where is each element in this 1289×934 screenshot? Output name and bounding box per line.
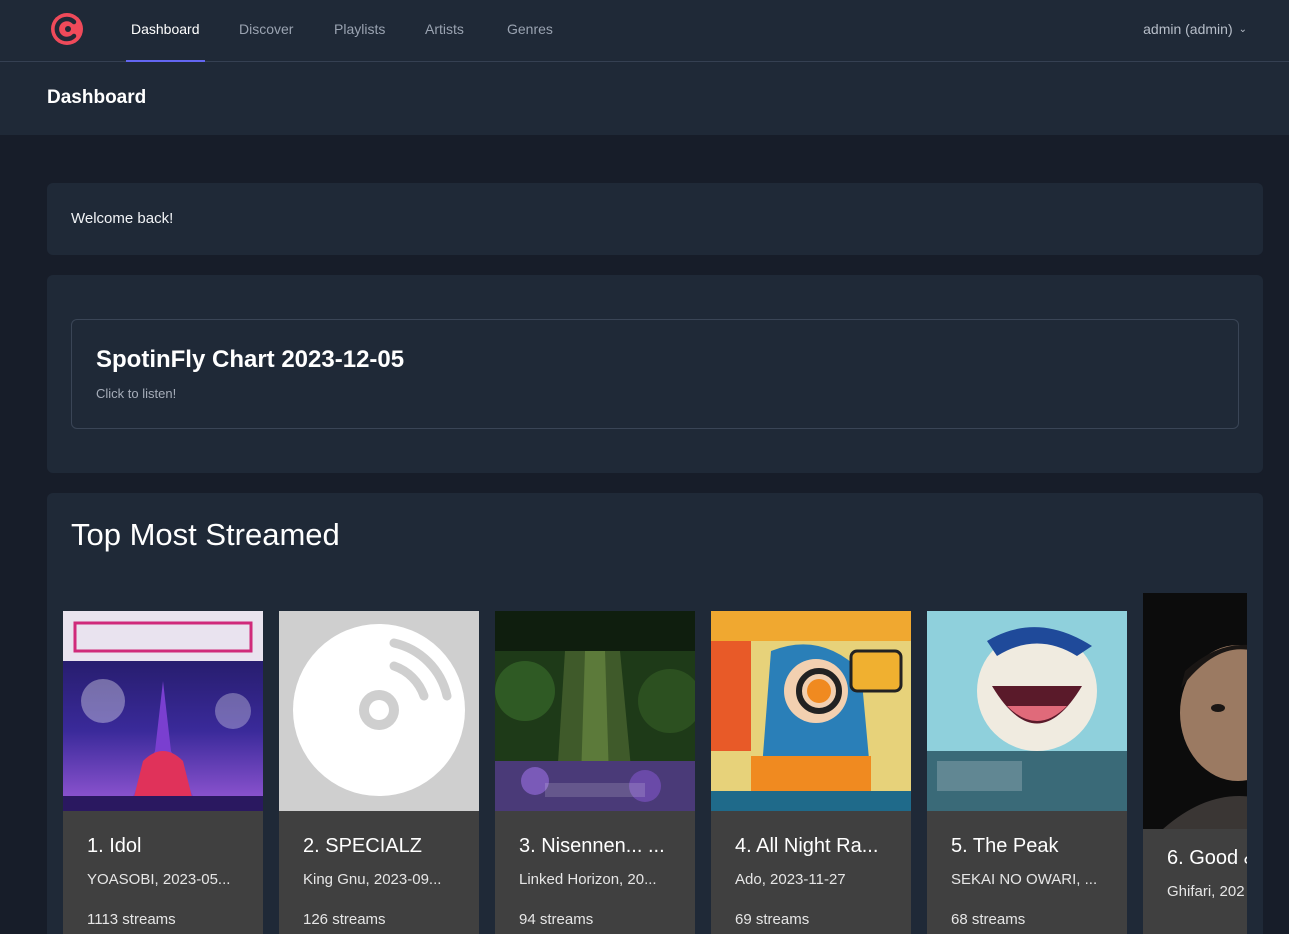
track-title: 4. All Night Ra...: [735, 835, 879, 857]
welcome-card: Welcome back!: [47, 183, 1263, 255]
track-streams: 69 streams: [735, 911, 810, 928]
track-card[interactable]: 3. Nisennen... ... Linked Horizon, 20...…: [495, 611, 695, 934]
track-streams: 94 streams: [519, 911, 594, 928]
track-meta: YOASOBI, 2023-05...: [87, 871, 231, 888]
chevron-down-icon: ⌄: [1238, 24, 1247, 36]
track-title: 1. Idol: [87, 835, 142, 857]
track-streams: 126 streams: [303, 911, 386, 928]
track-card[interactable]: 6. Good & Ghifari, 202: [1143, 593, 1247, 934]
track-title: 5. The Peak: [951, 835, 1059, 857]
track-title: 3. Nisennen... ...: [519, 835, 665, 857]
chart-subtitle: Click to listen!: [96, 386, 177, 401]
track-meta: Ado, 2023-11-27: [735, 871, 846, 888]
top-navbar: Dashboard Discover Playlists Artists Gen…: [0, 0, 1289, 62]
track-carousel[interactable]: 1. Idol YOASOBI, 2023-05... 1113 streams…: [47, 493, 1247, 934]
track-meta: Linked Horizon, 20...: [519, 871, 657, 888]
chart-link-panel[interactable]: SpotinFly Chart 2023-12-05 Click to list…: [71, 319, 1239, 429]
track-meta: Ghifari, 202: [1167, 883, 1245, 900]
chart-card: SpotinFly Chart 2023-12-05 Click to list…: [47, 275, 1263, 473]
good-cover: [1143, 593, 1247, 829]
all-night-radio-cover: [711, 611, 911, 811]
track-meta: King Gnu, 2023-09...: [303, 871, 442, 888]
track-card[interactable]: 5. The Peak SEKAI NO OWARI, ... 68 strea…: [927, 611, 1127, 934]
nisennen-cover: [495, 611, 695, 811]
user-menu[interactable]: admin (admin) ⌄: [1143, 0, 1247, 58]
track-card[interactable]: 2. SPECIALZ King Gnu, 2023-09... 126 str…: [279, 611, 479, 934]
track-streams: 68 streams: [951, 911, 1026, 928]
placeholder-disc-icon: [279, 611, 479, 811]
track-title: 6. Good &: [1167, 847, 1247, 869]
track-title: 2. SPECIALZ: [303, 835, 422, 857]
idol-cover: [63, 611, 263, 811]
page-title: Dashboard: [47, 87, 147, 108]
nav-playlists[interactable]: Playlists: [334, 0, 385, 62]
track-streams: 1113 streams: [87, 911, 176, 928]
user-label: admin (admin): [1143, 21, 1233, 37]
nav-dashboard[interactable]: Dashboard: [126, 0, 204, 62]
track-meta: SEKAI NO OWARI, ...: [951, 871, 1098, 888]
nav-artists[interactable]: Artists: [425, 0, 464, 62]
welcome-text: Welcome back!: [71, 210, 174, 227]
track-card[interactable]: 4. All Night Ra... Ado, 2023-11-27 69 st…: [711, 611, 911, 934]
track-card[interactable]: 1. Idol YOASOBI, 2023-05... 1113 streams: [63, 611, 263, 934]
chart-title: SpotinFly Chart 2023-12-05: [96, 346, 405, 373]
nav-discover[interactable]: Discover: [239, 0, 293, 62]
spotinfly-logo-icon[interactable]: [50, 12, 84, 46]
nav-genres[interactable]: Genres: [507, 0, 553, 62]
the-peak-cover: [927, 611, 1127, 811]
page-header: Dashboard: [0, 62, 1289, 135]
top-streamed-card: Top Most Streamed 1. Idol YOASOBI, 2023-…: [47, 493, 1263, 934]
